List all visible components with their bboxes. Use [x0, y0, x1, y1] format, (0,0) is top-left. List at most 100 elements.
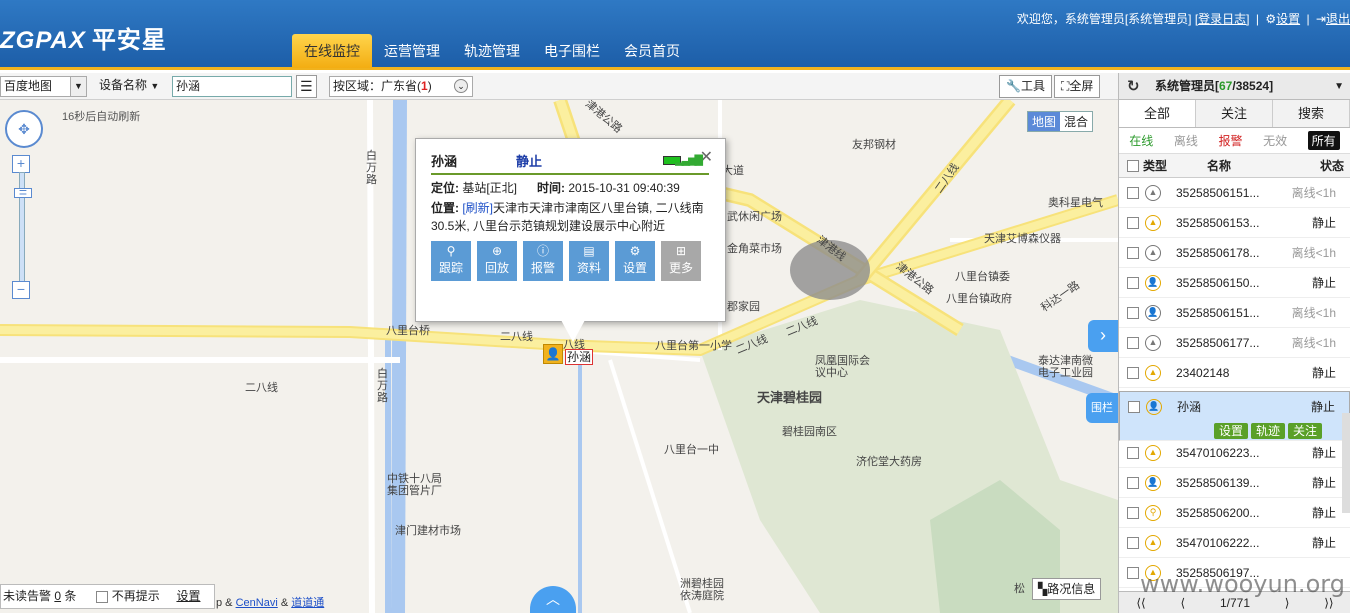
row-follow-button[interactable]: 关注: [1288, 423, 1323, 439]
document-icon: ▤: [583, 244, 595, 258]
tools-button[interactable]: 🔧工具: [999, 75, 1052, 98]
map-label: 友邦钢材: [852, 139, 896, 151]
list-scrollbar[interactable]: [1342, 413, 1350, 513]
refresh-link[interactable]: [刷新]: [462, 201, 493, 215]
device-status: 静止: [1311, 446, 1336, 460]
list-icon[interactable]: ☰: [296, 75, 317, 98]
filter-alarm[interactable]: 报警: [1218, 132, 1242, 149]
table-row[interactable]: 👤 35258506150... 静止: [1119, 268, 1350, 298]
row-checkbox[interactable]: [1127, 537, 1139, 549]
row-checkbox[interactable]: [1127, 477, 1139, 489]
person-icon: 👤: [1145, 275, 1161, 291]
road-info-button[interactable]: ▚路况信息: [1032, 578, 1102, 600]
table-row[interactable]: ▲ 35258506178... 离线<1h: [1119, 238, 1350, 268]
alarm-button[interactable]: ⓘ 报警: [523, 241, 563, 281]
map-provider-select[interactable]: 百度地图 ▼: [0, 76, 87, 97]
pan-control-icon[interactable]: ✥: [5, 110, 43, 148]
fence-button[interactable]: 围栏: [1086, 393, 1118, 423]
device-settings-button[interactable]: ⚙ 设置: [615, 241, 655, 281]
table-row[interactable]: 👤 35258506139... 静止: [1119, 468, 1350, 498]
map-label: 凤凰国际会议中心: [815, 355, 870, 379]
table-row[interactable]: ▲ 35470106223... 静止: [1119, 438, 1350, 468]
refresh-icon[interactable]: ↻: [1127, 73, 1140, 100]
row-checkbox[interactable]: [1127, 277, 1139, 289]
settings-link[interactable]: 设置: [1276, 12, 1300, 26]
row-track-button[interactable]: 轨迹: [1251, 423, 1286, 439]
profile-button[interactable]: ▤ 资料: [569, 241, 609, 281]
table-row[interactable]: ▲ 35470106222... 静止: [1119, 528, 1350, 558]
search-field-select[interactable]: 设备名称 ▼: [96, 76, 170, 97]
tab-fence[interactable]: 电子围栏: [532, 34, 612, 68]
row-checkbox[interactable]: [1127, 187, 1139, 199]
table-row[interactable]: 👤 孙涵 静止 设置 轨迹 关注: [1119, 391, 1350, 441]
row-checkbox[interactable]: [1128, 401, 1140, 413]
panel-tabs: 全部 关注 搜索: [1119, 100, 1350, 128]
map-label: 二八线: [245, 382, 278, 394]
table-row[interactable]: ▲ 35258506177... 离线<1h: [1119, 328, 1350, 358]
chevron-right-icon[interactable]: ›: [1088, 320, 1118, 352]
table-row[interactable]: ▲ 35258506151... 离线<1h: [1119, 178, 1350, 208]
chevron-down-icon[interactable]: ▼: [1334, 73, 1344, 100]
tab-online-monitor[interactable]: 在线监控: [292, 34, 372, 68]
gear-icon[interactable]: ⚙: [1265, 12, 1276, 26]
person-icon: 👤: [1146, 399, 1162, 415]
arrow-icon: ▲: [1145, 335, 1161, 351]
tab-all[interactable]: 全部: [1119, 100, 1196, 127]
device-status: 静止: [516, 154, 543, 169]
map-canvas[interactable]: 16秒后自动刷新 ✥ + = − 白万路 津港公路 友邦钢材 大道 二八线 奥科…: [0, 100, 1118, 613]
gear-icon: ⚙: [629, 244, 641, 258]
unread-alert-count[interactable]: 0: [54, 589, 61, 603]
search-input[interactable]: 孙涵: [172, 76, 292, 97]
row-checkbox[interactable]: [1127, 367, 1139, 379]
tab-operations[interactable]: 运营管理: [372, 34, 452, 68]
track-button[interactable]: ⚲ 跟踪: [431, 241, 471, 281]
arrow-icon: ▲: [1145, 215, 1161, 231]
row-checkbox[interactable]: [1127, 337, 1139, 349]
map-label: 八里台第一小学: [655, 340, 732, 352]
row-settings-button[interactable]: 设置: [1214, 423, 1249, 439]
tab-follow[interactable]: 关注: [1196, 100, 1273, 127]
logout-icon[interactable]: ⇥: [1316, 12, 1326, 26]
chevron-down-icon: ▼: [70, 77, 86, 96]
logout-link[interactable]: 退出: [1326, 12, 1350, 26]
row-checkbox[interactable]: [1127, 247, 1139, 259]
row-checkbox[interactable]: [1127, 307, 1139, 319]
more-button[interactable]: ⊞ 更多: [661, 241, 701, 281]
popup-tail: [561, 320, 585, 342]
panel-header: ↻ 系统管理员[67/38524] ▼: [1119, 73, 1350, 100]
row-checkbox[interactable]: [1127, 507, 1139, 519]
tab-search[interactable]: 搜索: [1273, 100, 1350, 127]
popup-title: 孙涵 静止 ▂▃▅▇: [431, 151, 709, 175]
person-icon[interactable]: 👤: [543, 344, 563, 364]
select-all-checkbox[interactable]: [1127, 160, 1139, 172]
table-row[interactable]: ⚲ 35258506200... 静止: [1119, 498, 1350, 528]
zoom-in-button[interactable]: +: [12, 155, 30, 173]
zoom-slider-handle[interactable]: =: [14, 185, 32, 199]
tab-track[interactable]: 轨迹管理: [452, 34, 532, 68]
popup-location-row: 定位: 基站[正北] 时间: 2015-10-31 09:40:39: [431, 181, 680, 195]
row-checkbox[interactable]: [1127, 217, 1139, 229]
filter-invalid[interactable]: 无效: [1263, 132, 1287, 149]
map-type-map-button[interactable]: 地图: [1028, 112, 1061, 131]
table-row[interactable]: ▲ 35258506153... 静止: [1119, 208, 1350, 238]
tab-member-home[interactable]: 会员首页: [612, 34, 692, 68]
login-log-link[interactable]: [登录日志]: [1195, 12, 1250, 26]
table-row[interactable]: 👤 35258506151... 离线<1h: [1119, 298, 1350, 328]
row-checkbox[interactable]: [1127, 447, 1139, 459]
no-remind-checkbox[interactable]: [96, 590, 109, 603]
table-row[interactable]: ▲ 23402148 静止: [1119, 358, 1350, 388]
unread-alert-bar: 未读告警 0 条 不再提示 设置: [0, 584, 215, 609]
list-columns: 类型 名称 状态: [1119, 154, 1350, 178]
map-label: 白万路: [366, 150, 377, 186]
device-list-panel: ↻ 系统管理员[67/38524] ▼ 全部 关注 搜索 在线 离线 报警 无效…: [1118, 73, 1350, 613]
playback-button[interactable]: ⊕ 回放: [477, 241, 517, 281]
filter-online[interactable]: 在线: [1129, 132, 1153, 149]
zoom-out-button[interactable]: −: [12, 281, 30, 299]
filter-offline[interactable]: 离线: [1174, 132, 1198, 149]
map-type-mixed-button[interactable]: 混合: [1060, 112, 1093, 131]
filter-all[interactable]: 所有: [1307, 131, 1340, 150]
fullscreen-button[interactable]: ⛶全屏: [1054, 75, 1101, 98]
row-checkbox[interactable]: [1127, 567, 1139, 579]
alert-settings-link[interactable]: 设置: [176, 589, 200, 603]
region-select[interactable]: 按区域：广东省(1) ⌄: [329, 76, 473, 97]
